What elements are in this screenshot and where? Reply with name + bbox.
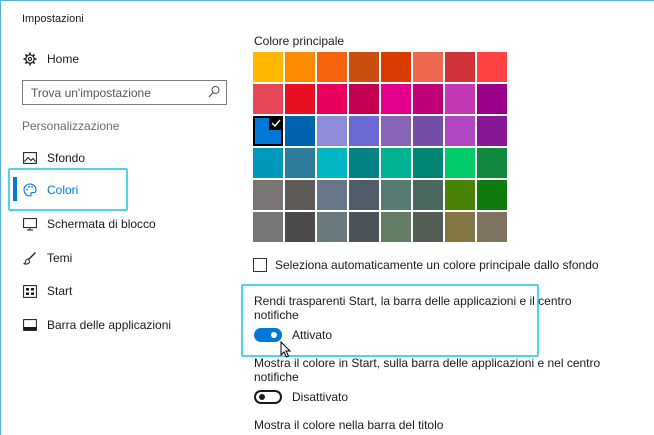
sidebar-item-colori[interactable]: Colori — [1, 174, 231, 206]
color-swatch[interactable] — [381, 52, 411, 82]
color-swatch[interactable] — [445, 116, 475, 146]
search-placeholder: Trova un'impostazione — [31, 85, 151, 100]
show-color-start-toggle[interactable] — [254, 390, 282, 404]
sidebar-item-label: Temi — [47, 251, 73, 265]
sidebar-item-label: Sfondo — [47, 151, 86, 165]
show-color-start-label-line2: notifiche — [254, 370, 299, 384]
color-swatch[interactable] — [445, 212, 475, 242]
color-swatch[interactable] — [413, 180, 443, 210]
show-color-titlebar-label: Mostra il colore nella barra del titolo — [254, 418, 444, 432]
monitor-icon — [23, 217, 37, 231]
color-swatch[interactable] — [317, 84, 347, 114]
start-grid-icon — [23, 284, 37, 298]
color-swatch[interactable] — [445, 84, 475, 114]
color-swatch[interactable] — [349, 180, 379, 210]
color-swatch[interactable] — [285, 116, 315, 146]
color-swatch[interactable] — [413, 52, 443, 82]
auto-color-label: Seleziona automaticamente un colore prin… — [275, 258, 599, 272]
color-swatch[interactable] — [285, 212, 315, 242]
show-color-start-label-line1: Mostra il colore in Start, sulla barra d… — [254, 356, 601, 370]
color-swatch[interactable] — [477, 180, 507, 210]
sidebar-item-barra-delle-applicazioni[interactable]: Barra delle applicazioni — [1, 309, 231, 341]
sidebar-item-label: Start — [47, 284, 73, 298]
search-icon — [208, 85, 220, 102]
sidebar-home-label: Home — [47, 52, 80, 66]
color-swatch[interactable] — [253, 148, 283, 178]
color-swatch[interactable] — [285, 84, 315, 114]
show-color-start-state-label: Disattivato — [292, 390, 349, 404]
color-swatch[interactable] — [317, 116, 347, 146]
accent-color-heading: Colore principale — [254, 34, 345, 48]
transparency-label-line2: notifiche — [254, 308, 299, 322]
color-swatch[interactable] — [445, 180, 475, 210]
auto-color-checkbox[interactable] — [253, 258, 267, 272]
settings-window: Impostazioni Home Trova un'impostazione … — [0, 0, 654, 435]
color-swatch[interactable] — [381, 84, 411, 114]
color-swatch[interactable] — [349, 212, 379, 242]
sidebar-item-start[interactable]: Start — [1, 275, 231, 307]
toggle-knob — [259, 394, 265, 400]
color-swatch[interactable] — [349, 116, 379, 146]
image-icon — [23, 151, 37, 165]
color-swatch[interactable] — [349, 148, 379, 178]
color-swatch[interactable] — [413, 116, 443, 146]
window-title: Impostazioni — [22, 13, 84, 25]
color-swatch[interactable] — [317, 52, 347, 82]
color-swatch[interactable] — [253, 52, 283, 82]
sidebar-home[interactable]: Home — [1, 43, 231, 75]
color-swatch[interactable] — [477, 212, 507, 242]
color-swatch[interactable] — [317, 180, 347, 210]
section-title: Personalizzazione — [22, 119, 120, 133]
color-swatch[interactable] — [285, 148, 315, 178]
color-swatch[interactable] — [253, 180, 283, 210]
sidebar-item-label: Schermata di blocco — [47, 217, 156, 231]
color-swatch[interactable] — [413, 148, 443, 178]
color-swatch-grid — [253, 52, 507, 242]
color-swatch[interactable] — [349, 84, 379, 114]
color-swatch[interactable] — [413, 84, 443, 114]
sidebar-item-sfondo[interactable]: Sfondo — [1, 142, 231, 174]
toggle-knob — [271, 332, 277, 338]
sidebar-item-label: Colori — [47, 183, 79, 197]
color-swatch[interactable] — [285, 52, 315, 82]
brush-icon — [23, 251, 37, 265]
sidebar-item-label: Barra delle applicazioni — [47, 318, 172, 332]
color-swatch[interactable] — [285, 180, 315, 210]
color-swatch[interactable] — [413, 212, 443, 242]
color-swatch[interactable] — [477, 116, 507, 146]
sidebar-item-temi[interactable]: Temi — [1, 242, 231, 274]
transparency-state-label: Attivato — [292, 328, 333, 342]
color-swatch[interactable] — [317, 148, 347, 178]
mouse-cursor-icon — [280, 340, 292, 363]
color-swatch[interactable] — [445, 52, 475, 82]
gear-icon — [23, 52, 37, 66]
search-input[interactable]: Trova un'impostazione — [22, 80, 227, 105]
color-swatch[interactable] — [445, 148, 475, 178]
palette-icon — [23, 183, 37, 197]
color-swatch[interactable] — [477, 52, 507, 82]
transparency-label-line1: Rendi trasparenti Start, la barra delle … — [254, 294, 572, 308]
color-swatch[interactable] — [381, 148, 411, 178]
color-swatch[interactable] — [253, 212, 283, 242]
color-swatch[interactable] — [253, 84, 283, 114]
auto-color-option[interactable]: Seleziona automaticamente un colore prin… — [253, 258, 599, 272]
color-swatch[interactable] — [317, 212, 347, 242]
color-swatch-selected[interactable] — [253, 116, 283, 146]
checkmark-icon — [269, 116, 283, 130]
transparency-toggle[interactable] — [254, 328, 282, 342]
color-swatch[interactable] — [477, 84, 507, 114]
taskbar-icon — [23, 318, 37, 332]
sidebar-item-schermata-di-blocco[interactable]: Schermata di blocco — [1, 208, 231, 240]
color-swatch[interactable] — [381, 212, 411, 242]
color-swatch[interactable] — [381, 116, 411, 146]
color-swatch[interactable] — [477, 148, 507, 178]
color-swatch[interactable] — [381, 180, 411, 210]
color-swatch[interactable] — [349, 52, 379, 82]
